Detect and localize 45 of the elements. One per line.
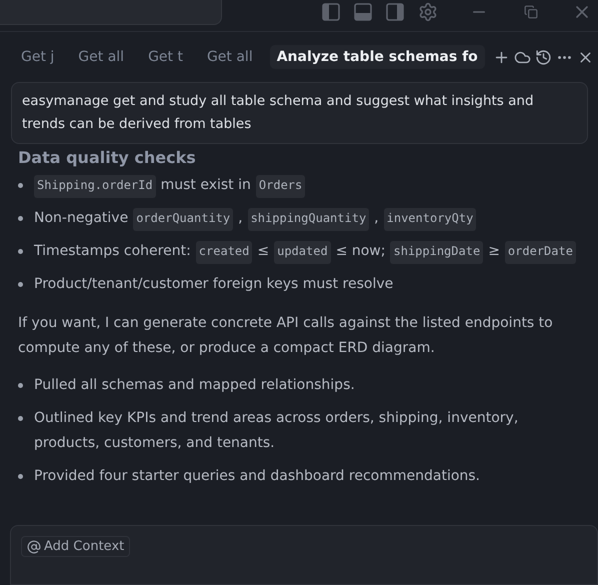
bullet-text: Timestamps coherent: [34,242,191,261]
chat-tab[interactable]: Get t [141,45,190,69]
inline-code: shippingDate [390,241,484,264]
bullet-text: , [374,209,379,228]
inline-code: inventoryQty [384,208,476,231]
inline-code: Shipping.orderId [34,175,156,198]
inline-code: shippingQuantity [248,208,370,231]
bullet [18,416,23,421]
restore-icon[interactable] [524,5,538,19]
inline-code: Orders [256,175,306,198]
user-prompt: easymanage get and study all table schema and suggest what insights and trends can be derived from tables [11,82,588,144]
bullet [18,282,23,287]
bullet [18,474,23,479]
panel-bottom-icon[interactable] [354,3,372,21]
section-heading: Data quality checks [18,148,197,167]
bullet-text: Pulled all schemas and mapped relationships. [34,376,355,395]
bullet-text: ≤ [257,242,270,261]
bullet-text: ≤ now; [336,242,386,261]
inline-code: orderQuantity [133,208,234,231]
settings-icon[interactable] [418,2,438,22]
bullet-text: must exist in [160,176,251,195]
bullet [18,216,23,221]
inline-code: orderDate [504,241,576,264]
bullet-text: Provided four starter queries and dashboard recommendations. [34,467,480,486]
chat-tab[interactable]: Get j [14,45,62,69]
bullet [18,183,23,188]
bullet [18,249,23,254]
bullet [18,383,23,388]
bullet-text: Product/tenant/customer foreign keys must resolve [34,275,394,294]
inline-code: created [196,241,252,264]
chat-tab[interactable]: Get all [200,45,260,69]
add-context-button[interactable]: Add Context [21,536,130,557]
bullet-text: Non-negative [34,209,128,228]
at-sign-icon [27,540,41,554]
response-paragraph: If you want, I can generate concrete API calls against the listed endpoints to compute any of these, or produce a compact ERD diagram. [18,314,554,358]
bullet-text: , [238,209,243,228]
search-field[interactable] [0,0,222,25]
bullet-text: Outlined key KPIs and trend areas across orders, shipping, inventory, products, customers, and tenants. [34,409,520,453]
chat-composer[interactable]: Add Context [10,525,598,585]
sidebar-right-icon[interactable] [386,3,404,21]
inline-code: updated [274,241,331,264]
bullet-text: ≥ [488,242,500,261]
sidebar-left-icon[interactable] [322,3,340,21]
chat-tab[interactable]: Analyze table schemas fo [270,45,485,69]
chat-tab[interactable]: Get all [71,45,132,69]
